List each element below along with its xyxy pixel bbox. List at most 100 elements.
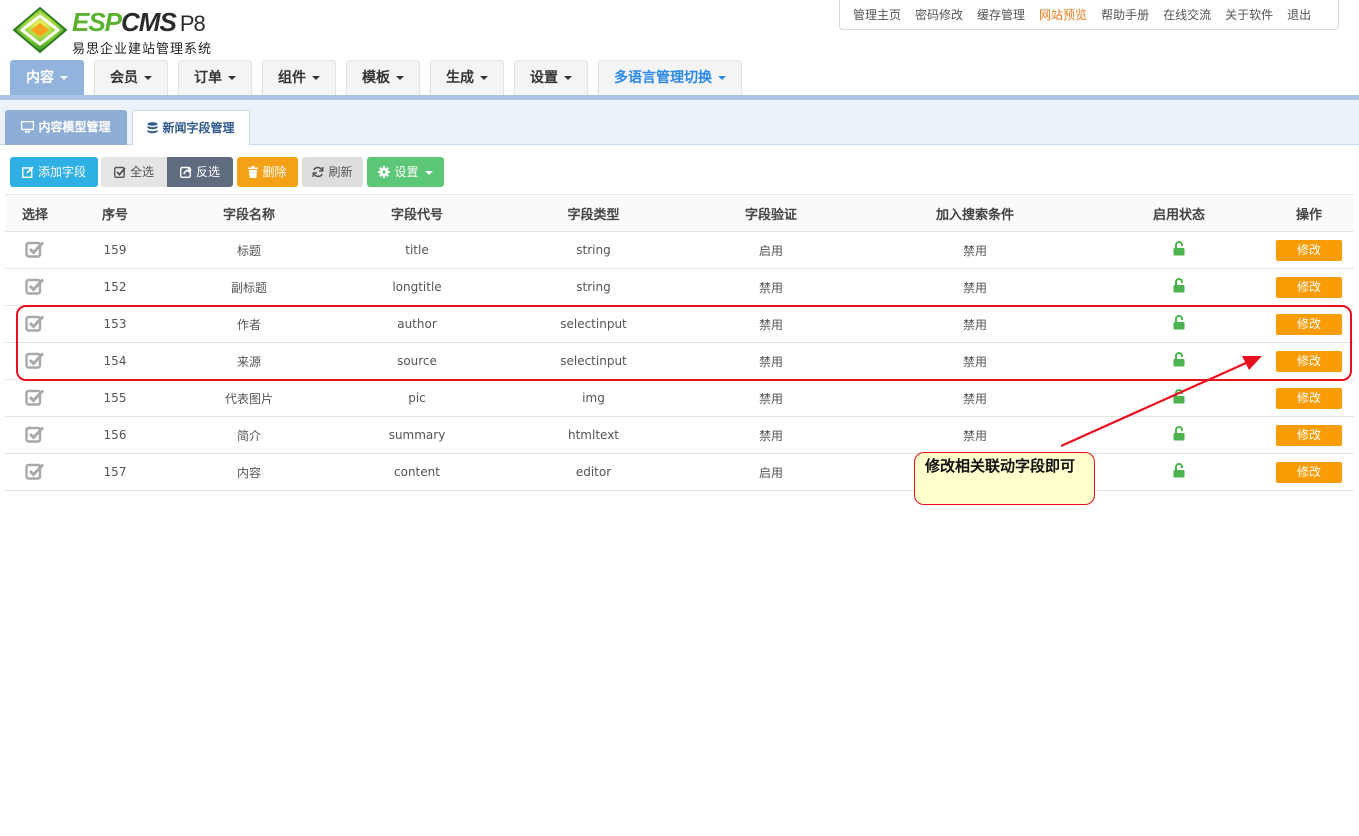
toplink-preview[interactable]: 网站预览 (1039, 6, 1087, 23)
checkbox-checked-icon[interactable] (25, 388, 45, 406)
row-id: 153 (65, 305, 165, 343)
toplink-password[interactable]: 密码修改 (915, 6, 963, 23)
unlock-icon[interactable] (1173, 352, 1185, 367)
unlock-icon[interactable] (1173, 463, 1185, 478)
nav-label: 多语言管理切换 (614, 70, 712, 86)
tab-label: 新闻字段管理 (162, 121, 235, 135)
tab-content-model[interactable]: 内容模型管理 (5, 110, 127, 145)
nav-component[interactable]: 组件 (262, 60, 336, 95)
row-field-type: selectinput (501, 342, 686, 380)
add-field-button[interactable]: 添加字段 (10, 157, 98, 187)
unlock-icon[interactable] (1173, 241, 1185, 256)
row-field-code: title (333, 231, 501, 269)
toplink-home[interactable]: 管理主页 (853, 6, 901, 23)
button-label: 全选 (129, 165, 154, 179)
checkbox-checked-icon[interactable] (25, 425, 45, 443)
unlock-icon[interactable] (1173, 389, 1185, 404)
nav-label: 设置 (530, 70, 558, 86)
row-field-type: htmltext (501, 416, 686, 454)
col-code: 字段代号 (333, 194, 501, 232)
brand-cms: CMS (121, 7, 177, 37)
table-row: 153 作者 author selectinput 禁用 禁用 修改 (5, 305, 1354, 343)
trash-icon (248, 166, 259, 178)
table-row: 154 来源 source selectinput 禁用 禁用 修改 (5, 342, 1354, 380)
unlock-icon[interactable] (1173, 278, 1185, 293)
unlock-icon[interactable] (1173, 426, 1185, 441)
toolbar: 添加字段 全选 反选 删除 刷新 设置 (0, 145, 1359, 193)
nav-settings[interactable]: 设置 (514, 60, 588, 95)
row-search-status[interactable]: 禁用 (856, 379, 1094, 417)
row-search-status[interactable]: 禁用 (856, 268, 1094, 306)
row-actions: 修改 (1264, 268, 1354, 306)
row-verify-status[interactable]: 禁用 (686, 305, 856, 343)
annotation-callout: 修改相关联动字段即可 (914, 452, 1095, 505)
row-search-status[interactable]: 禁用 (856, 416, 1094, 454)
row-search-status[interactable]: 禁用 (856, 342, 1094, 380)
row-enable-cell (1094, 453, 1264, 491)
sub-tab-bar: 内容模型管理 新闻字段管理 (0, 100, 1359, 146)
checkbox-checked-icon[interactable] (25, 462, 45, 480)
toplink-cache[interactable]: 缓存管理 (977, 6, 1025, 23)
invert-select-button[interactable]: 反选 (167, 157, 233, 187)
col-status: 启用状态 (1094, 194, 1264, 232)
table-row: 156 简介 summary htmltext 禁用 禁用 修改 (5, 416, 1354, 454)
col-select: 选择 (5, 194, 65, 232)
col-type: 字段类型 (501, 194, 686, 232)
settings-dropdown-button[interactable]: 设置 (367, 157, 444, 187)
row-verify-status[interactable]: 禁用 (686, 416, 856, 454)
edit-button[interactable]: 修改 (1276, 424, 1342, 446)
row-search-status[interactable]: 禁用 (856, 231, 1094, 269)
checkbox-checked-icon[interactable] (25, 351, 45, 369)
table-header-row: 选择 序号 字段名称 字段代号 字段类型 字段验证 加入搜索条件 启用状态 操作 (5, 194, 1354, 232)
monitor-icon (21, 120, 35, 133)
nav-label: 订单 (194, 70, 222, 86)
nav-order[interactable]: 订单 (178, 60, 252, 95)
edit-button[interactable]: 修改 (1276, 313, 1342, 335)
caret-down-icon (228, 76, 236, 80)
refresh-button[interactable]: 刷新 (302, 157, 363, 187)
table-row: 159 标题 title string 启用 禁用 修改 (5, 231, 1354, 269)
caret-down-icon (144, 76, 152, 80)
button-label: 反选 (195, 165, 220, 179)
checkbox-checked-icon[interactable] (25, 277, 45, 295)
edit-button[interactable]: 修改 (1276, 461, 1342, 483)
row-id: 152 (65, 268, 165, 306)
nav-generate[interactable]: 生成 (430, 60, 504, 95)
edit-button[interactable]: 修改 (1276, 387, 1342, 409)
row-field-name: 标题 (165, 231, 333, 269)
edit-button[interactable]: 修改 (1276, 276, 1342, 298)
caret-down-icon (60, 76, 68, 80)
toplink-chat[interactable]: 在线交流 (1163, 6, 1211, 23)
nav-language[interactable]: 多语言管理切换 (598, 60, 742, 95)
select-all-button[interactable]: 全选 (101, 157, 167, 187)
row-id: 159 (65, 231, 165, 269)
checkbox-checked-icon[interactable] (25, 240, 45, 258)
edit-button[interactable]: 修改 (1276, 350, 1342, 372)
brand: ESPCMS P8 易思企业建站管理系统 (72, 7, 212, 57)
caret-down-icon (564, 76, 572, 80)
row-select-cell (5, 379, 65, 417)
delete-button[interactable]: 删除 (237, 157, 298, 187)
nav-template[interactable]: 模板 (346, 60, 420, 95)
row-verify-status[interactable]: 禁用 (686, 268, 856, 306)
row-verify-status[interactable]: 禁用 (686, 379, 856, 417)
checkbox-checked-icon[interactable] (25, 314, 45, 332)
row-field-type: string (501, 268, 686, 306)
toplink-about[interactable]: 关于软件 (1225, 6, 1273, 23)
row-field-type: selectinput (501, 305, 686, 343)
tab-news-fields[interactable]: 新闻字段管理 (132, 110, 250, 146)
toplink-logout[interactable]: 退出 (1287, 6, 1311, 23)
nav-content[interactable]: 内容 (10, 60, 84, 95)
row-verify-status[interactable]: 禁用 (686, 342, 856, 380)
gear-icon (378, 166, 391, 178)
row-field-code: longtitle (333, 268, 501, 306)
unlock-icon[interactable] (1173, 315, 1185, 330)
toplink-help[interactable]: 帮助手册 (1101, 6, 1149, 23)
nav-member[interactable]: 会员 (94, 60, 168, 95)
edit-button[interactable]: 修改 (1276, 239, 1342, 261)
row-search-status[interactable]: 禁用 (856, 305, 1094, 343)
row-field-type: string (501, 231, 686, 269)
row-verify-status[interactable]: 启用 (686, 231, 856, 269)
row-actions: 修改 (1264, 379, 1354, 417)
row-verify-status[interactable]: 启用 (686, 453, 856, 491)
